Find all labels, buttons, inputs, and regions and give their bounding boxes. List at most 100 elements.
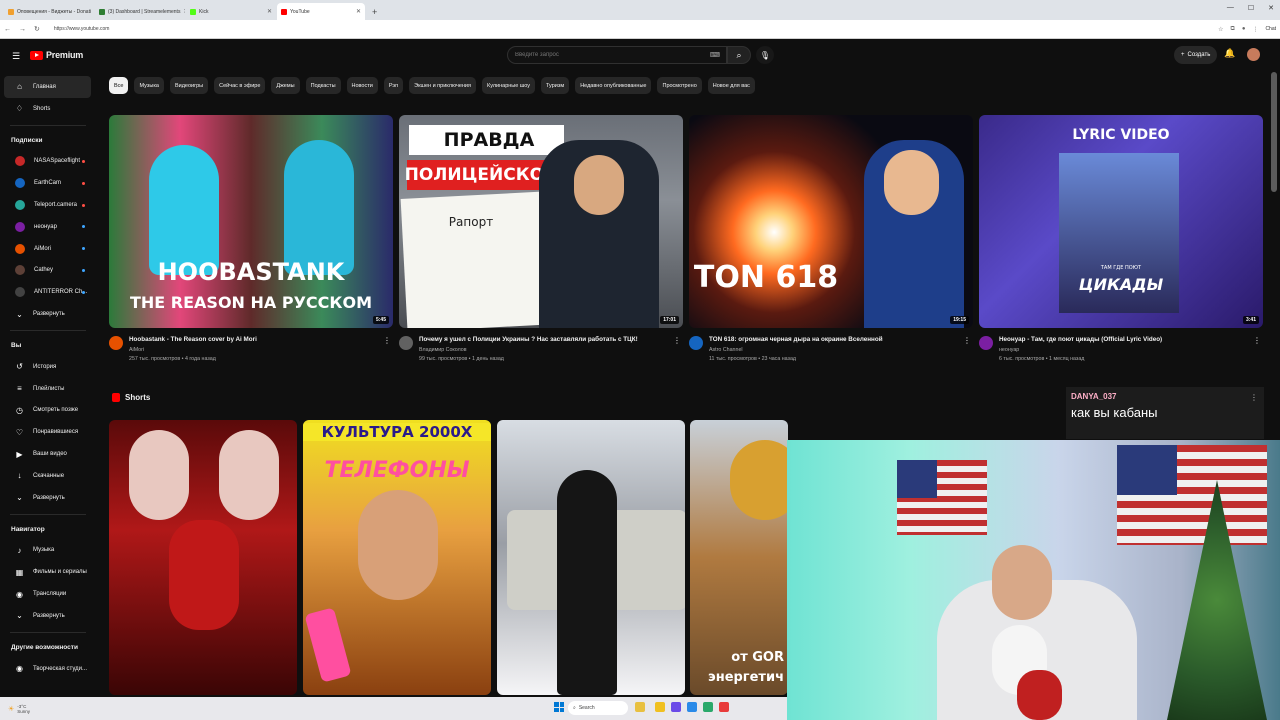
filter-chip[interactable]: Экшен и приключения bbox=[409, 77, 476, 94]
sidebar-you-item[interactable]: ≡ Плейлисты bbox=[4, 378, 91, 400]
sidebar-subscription-item[interactable]: неонуар bbox=[4, 216, 91, 238]
channel-avatar[interactable] bbox=[399, 336, 413, 350]
account-avatar[interactable] bbox=[1247, 48, 1260, 61]
channel-name[interactable]: AiMori bbox=[129, 347, 379, 353]
filter-chip[interactable]: Подкасты bbox=[305, 77, 341, 94]
sidebar-subscription-item[interactable]: Cathey bbox=[4, 260, 91, 282]
minimize-icon[interactable]: — bbox=[1227, 4, 1234, 12]
more-options-icon[interactable]: ⋮ bbox=[673, 336, 681, 345]
filter-chip[interactable]: Все bbox=[109, 77, 129, 94]
browser-tab-kick[interactable]: Kick ✕ bbox=[186, 3, 276, 20]
back-icon[interactable]: ← bbox=[4, 26, 11, 33]
url-field[interactable]: https://www.youtube.com bbox=[54, 26, 1210, 32]
sidebar-item-shorts[interactable]: ♢ Shorts bbox=[4, 98, 91, 120]
sidebar-expand-subscriptions[interactable]: ⌄ Развернуть bbox=[4, 303, 91, 325]
close-window-icon[interactable]: ✕ bbox=[1268, 4, 1274, 12]
video-thumbnail[interactable]: LYRIC VIDEO ТАМ ГДЕ ПОЮТ ЦИКАДЫ 3:41 bbox=[979, 115, 1263, 328]
browser-tab-donation[interactable]: Оповещения - Виджеты - Donati ✕ bbox=[4, 3, 94, 20]
video-title[interactable]: Hoobastank - The Reason cover by Ai Mori bbox=[129, 336, 379, 344]
new-tab-button[interactable]: + bbox=[366, 3, 383, 20]
youtube-logo[interactable]: Premium bbox=[30, 50, 83, 60]
video-title[interactable]: TON 618: огромная черная дыра на окраине… bbox=[709, 336, 959, 344]
sidebar-you-item[interactable]: ◷ Смотреть позже bbox=[4, 400, 91, 422]
browser-tab-youtube[interactable]: YouTube ✕ bbox=[277, 3, 365, 20]
weather-widget[interactable]: ☀ -3°C Sunny bbox=[8, 704, 30, 714]
filter-chip[interactable]: Джемы bbox=[271, 77, 300, 94]
close-icon[interactable]: ✕ bbox=[183, 8, 185, 15]
more-options-icon[interactable]: ⋮ bbox=[963, 336, 971, 345]
filter-chip[interactable]: Сейчас в эфире bbox=[214, 77, 266, 94]
search-input[interactable] bbox=[515, 52, 705, 58]
star-icon[interactable]: ☆ bbox=[1218, 26, 1223, 33]
windows-start-icon[interactable] bbox=[554, 702, 564, 712]
channel-avatar[interactable] bbox=[979, 336, 993, 350]
sidebar-more-item[interactable]: ◉ Творческая студи... bbox=[4, 658, 91, 680]
video-title[interactable]: Почему я ушел с Полиции Украины ? Нас за… bbox=[419, 336, 669, 344]
taskbar-app-icon[interactable] bbox=[703, 702, 713, 712]
sidebar-you-item[interactable]: ↺ История bbox=[4, 356, 91, 378]
more-options-icon[interactable]: ⋮ bbox=[1253, 336, 1261, 345]
sidebar-navigator-item[interactable]: ▦ Фильмы и сериалы bbox=[4, 561, 91, 583]
sidebar-you-item[interactable]: ↓ Скачанные bbox=[4, 465, 91, 487]
extensions-icon[interactable]: ⧉ bbox=[1231, 26, 1235, 33]
notifications-bell-icon[interactable]: 🔔 bbox=[1224, 48, 1235, 59]
taskbar-app-icon[interactable] bbox=[655, 702, 665, 712]
filter-chip[interactable]: Рэп bbox=[383, 77, 404, 94]
video-card[interactable]: LYRIC VIDEO ТАМ ГДЕ ПОЮТ ЦИКАДЫ 3:41 Нео… bbox=[979, 115, 1263, 362]
close-icon[interactable]: ✕ bbox=[356, 8, 361, 15]
keyboard-icon[interactable]: ⌨ bbox=[710, 51, 720, 59]
video-thumbnail[interactable]: ПРАВДА ПОЛИЦЕЙСКОГО Рапорт 17:01 bbox=[399, 115, 683, 328]
filter-chip[interactable]: Музыка bbox=[134, 77, 164, 94]
sidebar-subscription-item[interactable]: AiMori bbox=[4, 238, 91, 260]
taskbar-app-icon[interactable] bbox=[671, 702, 681, 712]
filter-chip[interactable]: Просмотрено bbox=[657, 77, 702, 94]
channel-name[interactable]: Astro Channel bbox=[709, 347, 959, 353]
more-options-icon[interactable]: ⋮ bbox=[383, 336, 391, 345]
sidebar-subscription-item[interactable]: ANTITERROR Ch... bbox=[4, 281, 91, 303]
voice-search-button[interactable]: 🎙 bbox=[756, 46, 774, 64]
video-title[interactable]: Неонуар - Там, где поют цикады (Official… bbox=[999, 336, 1249, 344]
channel-name[interactable]: неонуар bbox=[999, 347, 1249, 353]
filter-chip[interactable]: Кулинарные шоу bbox=[481, 77, 535, 94]
sidebar-subscription-item[interactable]: NASASpaceflight bbox=[4, 151, 91, 173]
sidebar-navigator-item[interactable]: ⌄ Развернуть bbox=[4, 605, 91, 627]
page-scrollbar[interactable] bbox=[1271, 72, 1277, 192]
taskbar-app-icon[interactable] bbox=[635, 702, 645, 712]
sidebar-subscription-item[interactable]: Teleport.camera bbox=[4, 194, 91, 216]
subscriptions-heading[interactable]: Подписки bbox=[0, 131, 96, 151]
search-button[interactable]: ⌕ bbox=[727, 46, 751, 64]
short-card[interactable]: от GOR энергетич bbox=[690, 420, 788, 695]
more-options-icon[interactable]: ⋮ bbox=[1250, 393, 1258, 402]
maximize-icon[interactable]: ☐ bbox=[1248, 4, 1254, 12]
menu-dots-icon[interactable]: ⋮ bbox=[1252, 26, 1258, 33]
video-thumbnail[interactable]: TON 618 19:15 bbox=[689, 115, 973, 328]
forward-icon[interactable]: → bbox=[19, 26, 26, 33]
video-card[interactable]: TON 618 19:15 TON 618: огромная черная д… bbox=[689, 115, 973, 362]
video-card[interactable]: HOOBASTANK THE REASON НА РУССКОМ 5:45 Ho… bbox=[109, 115, 393, 362]
sidebar-subscription-item[interactable]: EarthCam bbox=[4, 172, 91, 194]
sidebar-you-item[interactable]: ▶ Ваши видео bbox=[4, 443, 91, 465]
sidebar-you-item[interactable]: ⌄ Развернуть bbox=[4, 487, 91, 509]
short-card[interactable]: КУЛЬТУРА 2000Х ТЕЛЕФОНЫ bbox=[303, 420, 491, 695]
filter-chip[interactable]: Новое для вас bbox=[707, 77, 755, 94]
short-card[interactable] bbox=[109, 420, 297, 695]
sidebar-navigator-item[interactable]: ♪ Музыка bbox=[4, 540, 91, 562]
taskbar-app-icon[interactable] bbox=[687, 702, 697, 712]
filter-chip[interactable]: Недавно опубликованные bbox=[575, 77, 652, 94]
taskbar-search[interactable]: ⌕ Search bbox=[568, 701, 628, 715]
channel-avatar[interactable] bbox=[689, 336, 703, 350]
video-card[interactable]: ПРАВДА ПОЛИЦЕЙСКОГО Рапорт 17:01 Почему … bbox=[399, 115, 683, 362]
filter-chip[interactable]: Видеоигры bbox=[169, 77, 209, 94]
video-thumbnail[interactable]: HOOBASTANK THE REASON НА РУССКОМ 5:45 bbox=[109, 115, 393, 328]
channel-name[interactable]: Владимир Соколов bbox=[419, 347, 669, 353]
reload-icon[interactable]: ↻ bbox=[34, 25, 40, 33]
sidebar-item-home[interactable]: ⌂ Главная bbox=[4, 76, 91, 98]
chat-button[interactable]: Chat bbox=[1265, 26, 1276, 32]
filter-chip[interactable]: Туризм bbox=[541, 77, 570, 94]
filter-chip[interactable]: Новости bbox=[346, 77, 378, 94]
create-button[interactable]: + Создать bbox=[1174, 46, 1218, 64]
hamburger-menu-icon[interactable]: ☰ bbox=[12, 51, 20, 62]
close-icon[interactable]: ✕ bbox=[267, 8, 272, 15]
profile-icon[interactable]: ● bbox=[1242, 26, 1246, 32]
sidebar-navigator-item[interactable]: ◉ Трансляции bbox=[4, 583, 91, 605]
